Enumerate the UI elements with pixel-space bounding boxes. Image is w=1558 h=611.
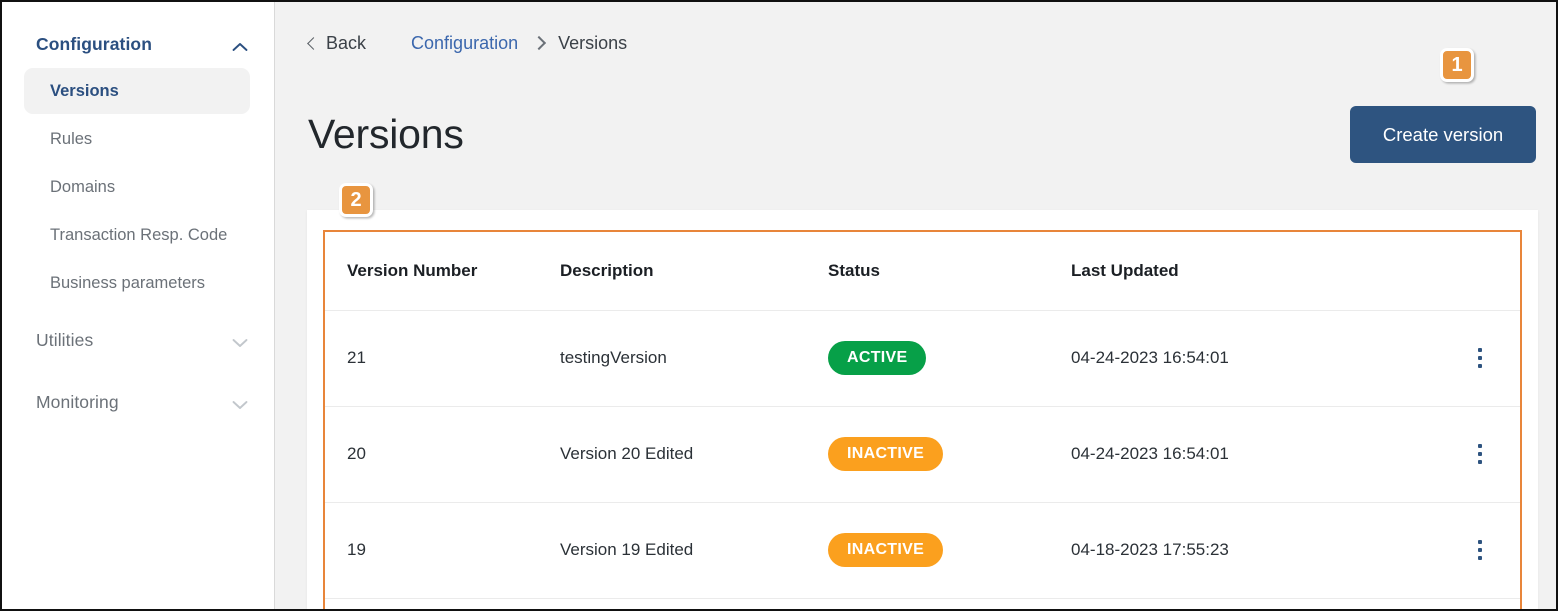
main-content: Back Configuration Versions Versions Cre… <box>275 2 1556 609</box>
column-header-description[interactable]: Description <box>560 232 828 311</box>
sidebar-item-rules[interactable]: Rules <box>24 116 250 162</box>
column-header-actions <box>1440 232 1520 311</box>
sidebar-group-label: Monitoring <box>36 391 119 412</box>
status-badge: INACTIVE <box>828 533 944 567</box>
sidebar-group-monitoring[interactable]: Monitoring <box>2 384 274 420</box>
sidebar-item-label: Business parameters <box>50 273 205 292</box>
create-version-button[interactable]: Create version <box>1350 106 1536 163</box>
annotation-badge-2: 2 <box>339 183 373 217</box>
chevron-up-icon[interactable] <box>232 39 248 51</box>
table-row[interactable]: 19 Version 19 Edited INACTIVE 04-18-2023… <box>325 502 1520 599</box>
kebab-menu-icon[interactable] <box>1467 345 1493 371</box>
sidebar-item-business-parameters[interactable]: Business parameters <box>24 260 250 306</box>
column-header-version-number[interactable]: Version Number <box>325 232 560 311</box>
sidebar-item-domains[interactable]: Domains <box>24 164 250 210</box>
versions-table-highlight: Version Number Description Status Last U… <box>323 230 1522 609</box>
sidebar-subitems-configuration: Versions Rules Domains Transaction Resp.… <box>2 68 274 306</box>
kebab-menu-icon[interactable] <box>1467 537 1493 563</box>
versions-table: Version Number Description Status Last U… <box>325 232 1520 599</box>
cell-last-updated: 04-18-2023 17:55:23 <box>1071 502 1440 599</box>
sidebar: Configuration Versions Rules Domains Tra… <box>2 2 275 609</box>
sidebar-group-configuration[interactable]: Configuration <box>2 26 274 62</box>
table-row[interactable]: 21 testingVersion ACTIVE 04-24-2023 16:5… <box>325 310 1520 407</box>
cell-version-number: 20 <box>325 406 560 503</box>
breadcrumb: Back Configuration Versions <box>307 29 628 57</box>
sidebar-group-utilities[interactable]: Utilities <box>2 322 274 358</box>
cell-actions <box>1440 310 1520 407</box>
cell-version-number: 19 <box>325 502 560 599</box>
cell-actions <box>1440 406 1520 503</box>
breadcrumb-current-versions: Versions <box>558 32 628 53</box>
cell-status: INACTIVE <box>828 406 1071 503</box>
page-title: Versions <box>308 111 464 157</box>
cell-version-number: 21 <box>325 310 560 407</box>
sidebar-item-transaction-resp-code[interactable]: Transaction Resp. Code <box>24 212 250 258</box>
chevron-down-icon[interactable] <box>232 335 248 347</box>
app-window: Configuration Versions Rules Domains Tra… <box>0 0 1558 611</box>
kebab-menu-icon[interactable] <box>1467 441 1493 467</box>
versions-card: Version Number Description Status Last U… <box>307 210 1538 609</box>
annotation-badge-1: 1 <box>1440 48 1474 82</box>
status-badge: INACTIVE <box>828 437 944 471</box>
cell-status: INACTIVE <box>828 502 1071 599</box>
cell-description: Version 19 Edited <box>560 502 828 599</box>
sidebar-item-label: Versions <box>50 81 119 100</box>
table-header-row: Version Number Description Status Last U… <box>325 232 1520 311</box>
chevron-right-icon <box>532 35 547 51</box>
breadcrumb-link-configuration[interactable]: Configuration <box>411 33 518 54</box>
table-header: Version Number Description Status Last U… <box>325 232 1520 311</box>
sidebar-item-versions[interactable]: Versions <box>24 68 250 114</box>
sidebar-item-label: Rules <box>50 129 93 148</box>
sidebar-item-label: Transaction Resp. Code <box>50 225 228 244</box>
cell-actions <box>1440 502 1520 599</box>
status-badge: ACTIVE <box>828 341 927 375</box>
column-header-status[interactable]: Status <box>828 232 1071 311</box>
table-row[interactable]: 20 Version 20 Edited INACTIVE 04-24-2023… <box>325 406 1520 503</box>
cell-last-updated: 04-24-2023 16:54:01 <box>1071 406 1440 503</box>
chevron-left-icon <box>307 36 320 50</box>
sidebar-group-label: Utilities <box>36 329 94 350</box>
sidebar-item-label: Domains <box>50 177 116 196</box>
cell-description: Version 20 Edited <box>560 406 828 503</box>
cell-status: ACTIVE <box>828 310 1071 407</box>
back-label: Back <box>326 32 367 53</box>
cell-description: testingVersion <box>560 310 828 407</box>
table-body: 21 testingVersion ACTIVE 04-24-2023 16:5… <box>325 310 1520 599</box>
cell-last-updated: 04-24-2023 16:54:01 <box>1071 310 1440 407</box>
chevron-down-icon[interactable] <box>232 397 248 409</box>
sidebar-group-label: Configuration <box>36 33 152 54</box>
column-header-last-updated[interactable]: Last Updated <box>1071 232 1440 311</box>
back-button[interactable]: Back <box>307 32 367 54</box>
